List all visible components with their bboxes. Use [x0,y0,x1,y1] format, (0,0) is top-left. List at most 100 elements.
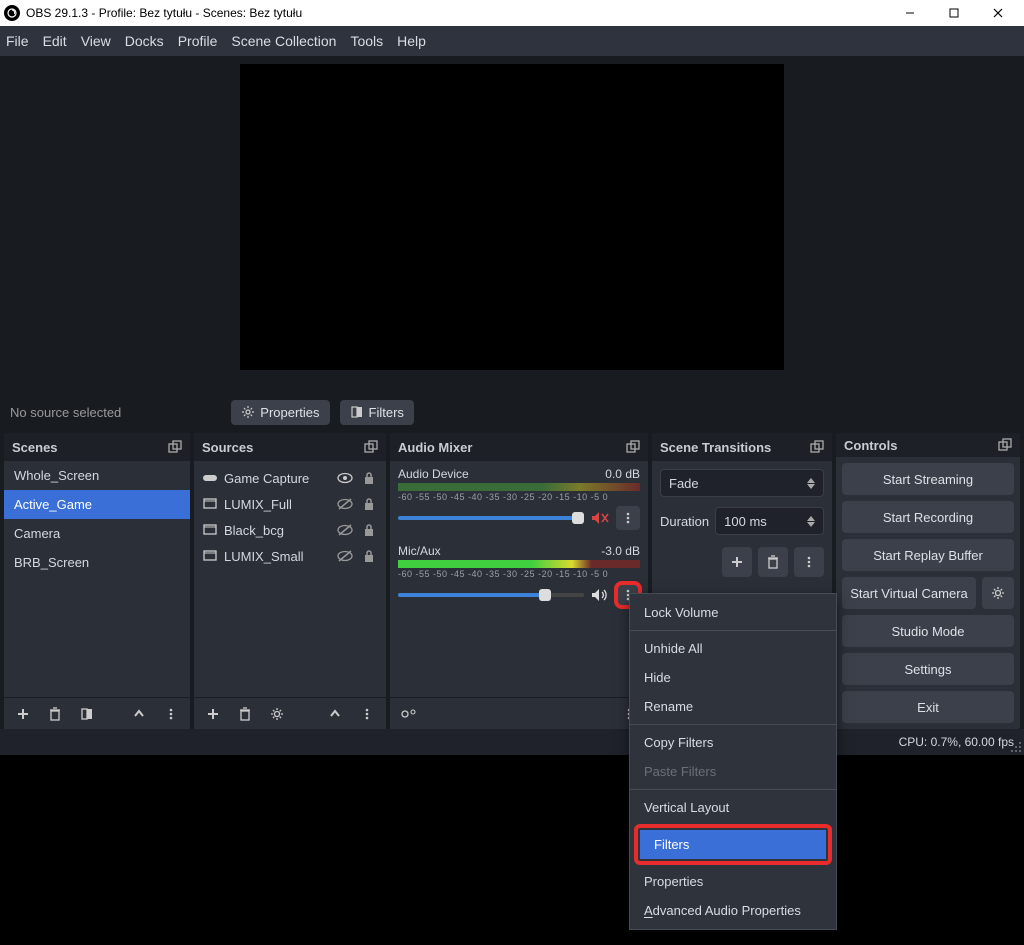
minimize-button[interactable] [888,0,932,26]
visibility-icon[interactable] [336,469,354,487]
audio-track: Audio Device0.0 dB -60 -55 -50 -45 -40 -… [398,467,640,530]
undock-icon[interactable] [998,438,1012,452]
source-menu-button[interactable] [354,701,380,727]
lock-icon[interactable] [360,521,378,539]
scene-filter-button[interactable] [74,701,100,727]
transition-menu-button[interactable] [794,547,824,577]
lock-icon[interactable] [360,547,378,565]
speaker-icon[interactable] [590,588,610,602]
speaker-muted-icon[interactable] [590,511,610,525]
scene-item[interactable]: Whole_Screen [4,461,190,490]
undock-icon[interactable] [626,440,640,454]
menu-scene-collection[interactable]: Scene Collection [231,33,336,49]
ctx-filters[interactable]: Filters [640,830,826,859]
volume-slider[interactable] [398,516,584,520]
scenes-panel: Scenes Whole_Screen Active_Game Camera B… [4,433,190,729]
settings-button[interactable]: Settings [842,653,1014,685]
audio-settings-button[interactable] [396,701,422,727]
track-name: Audio Device [398,467,469,481]
maximize-button[interactable] [932,0,976,26]
visibility-off-icon[interactable] [336,495,354,513]
close-button[interactable] [976,0,1020,26]
source-item[interactable]: Game Capture [194,465,386,491]
add-scene-button[interactable] [10,701,36,727]
gamepad-icon [202,473,218,483]
studio-mode-button[interactable]: Studio Mode [842,615,1014,647]
menu-profile[interactable]: Profile [178,33,218,49]
ctx-copy-filters[interactable]: Copy Filters [630,728,836,757]
source-properties-button[interactable] [264,701,290,727]
menu-file[interactable]: File [6,33,29,49]
move-source-up-button[interactable] [322,701,348,727]
track-menu-button[interactable] [616,506,640,530]
ctx-rename[interactable]: Rename [630,692,836,721]
resize-grip-icon[interactable] [1010,741,1022,753]
ctx-separator [630,630,836,631]
source-item[interactable]: LUMIX_Full [194,491,386,517]
visibility-off-icon[interactable] [336,521,354,539]
remove-scene-button[interactable] [42,701,68,727]
monitor-icon [202,498,218,510]
transitions-header: Scene Transitions [652,433,832,461]
scene-item[interactable]: Camera [4,519,190,548]
add-source-button[interactable] [200,701,226,727]
menubar: File Edit View Docks Profile Scene Colle… [0,26,1024,56]
properties-button[interactable]: Properties [231,400,329,425]
lock-icon[interactable] [360,469,378,487]
ctx-advanced-audio[interactable]: Advanced Audio Properties [630,896,836,925]
monitor-icon [202,524,218,536]
ctx-lock-volume[interactable]: Lock Volume [630,598,836,627]
ctx-vertical-layout[interactable]: Vertical Layout [630,793,836,822]
start-replay-buffer-button[interactable]: Start Replay Buffer [842,539,1014,571]
monitor-icon [202,550,218,562]
remove-transition-button[interactable] [758,547,788,577]
exit-button[interactable]: Exit [842,691,1014,723]
scene-menu-button[interactable] [158,701,184,727]
preview-canvas[interactable] [240,64,784,370]
obs-app-icon [4,5,20,21]
undock-icon[interactable] [810,440,824,454]
virtual-camera-settings-button[interactable] [982,577,1014,609]
window-title: OBS 29.1.3 - Profile: Bez tytułu - Scene… [26,6,888,20]
scenes-footer [4,697,190,729]
add-transition-button[interactable] [722,547,752,577]
scene-item[interactable]: Active_Game [4,490,190,519]
ctx-hide[interactable]: Hide [630,663,836,692]
menu-docks[interactable]: Docks [125,33,164,49]
start-streaming-button[interactable]: Start Streaming [842,463,1014,495]
move-scene-up-button[interactable] [126,701,152,727]
no-source-label: No source selected [10,405,121,420]
audio-header: Audio Mixer [390,433,648,461]
remove-source-button[interactable] [232,701,258,727]
source-item[interactable]: LUMIX_Small [194,543,386,569]
scenes-list: Whole_Screen Active_Game Camera BRB_Scre… [4,461,190,697]
duration-input[interactable]: 100 ms [715,507,824,535]
start-recording-button[interactable]: Start Recording [842,501,1014,533]
ctx-properties[interactable]: Properties [630,867,836,896]
source-item[interactable]: Black_bcg [194,517,386,543]
sources-panel: Sources Game Capture LUMIX_Full Black_bc… [194,433,386,729]
filters-button[interactable]: Filters [340,400,414,425]
menu-tools[interactable]: Tools [350,33,383,49]
menu-view[interactable]: View [81,33,111,49]
volume-slider[interactable] [398,593,584,597]
controls-body: Start Streaming Start Recording Start Re… [836,457,1020,729]
gear-icon [241,405,255,419]
start-virtual-camera-button[interactable]: Start Virtual Camera [842,577,976,609]
sources-footer [194,697,386,729]
menu-help[interactable]: Help [397,33,426,49]
source-toolbar: No source selected Properties Filters [0,391,1024,433]
menu-edit[interactable]: Edit [43,33,67,49]
visibility-off-icon[interactable] [336,547,354,565]
lock-icon[interactable] [360,495,378,513]
audio-track: Mic/Aux-3.0 dB -60 -55 -50 -45 -40 -35 -… [398,544,640,607]
scene-item[interactable]: BRB_Screen [4,548,190,577]
ctx-unhide-all[interactable]: Unhide All [630,634,836,663]
scenes-header: Scenes [4,433,190,461]
sources-header: Sources [194,433,386,461]
audio-context-menu: Lock Volume Unhide All Hide Rename Copy … [629,593,837,930]
undock-icon[interactable] [364,440,378,454]
audio-mixer-panel: Audio Mixer Audio Device0.0 dB -60 -55 -… [390,433,648,729]
undock-icon[interactable] [168,440,182,454]
transition-select[interactable]: Fade [660,469,824,497]
